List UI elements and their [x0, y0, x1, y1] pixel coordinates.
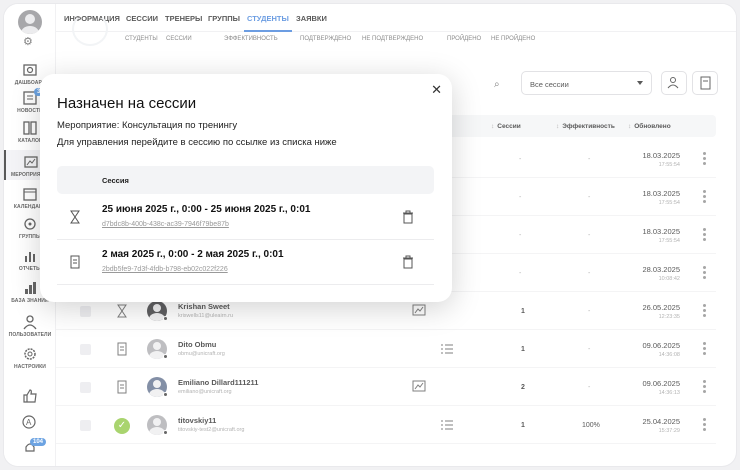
modal-event-line: Мероприятие: Консультация по тренингу	[57, 120, 238, 131]
column-header-session: Сессия	[102, 176, 129, 185]
hourglass-icon	[70, 210, 80, 224]
session-row: 25 июня 2025 г., 0:00 - 25 июня 2025 г.,…	[57, 196, 434, 240]
session-title: 25 июня 2025 г., 0:00 - 25 июня 2025 г.,…	[102, 204, 311, 215]
modal-table-header: Сессия	[57, 166, 434, 194]
trash-icon[interactable]	[402, 210, 414, 224]
session-title: 2 мая 2025 г., 0:00 - 2 мая 2025 г., 0:0…	[102, 249, 284, 260]
assigned-sessions-modal: ✕ Назначен на сессии Мероприятие: Консул…	[40, 74, 452, 302]
trash-icon[interactable]	[402, 255, 414, 269]
close-icon[interactable]: ✕	[431, 82, 442, 98]
session-row: 2 мая 2025 г., 0:00 - 2 мая 2025 г., 0:0…	[57, 241, 434, 285]
modal-hint: Для управления перейдите в сессию по ссы…	[57, 137, 337, 148]
modal-title: Назначен на сессии	[57, 95, 197, 112]
session-link[interactable]: 2bdb5fe9-7d3f-4fdb-b798-eb02c022f226	[102, 266, 228, 273]
document-icon	[70, 255, 80, 269]
session-link[interactable]: d7bdc8b-400b-438c-ac39-7946f79be87b	[102, 221, 229, 228]
